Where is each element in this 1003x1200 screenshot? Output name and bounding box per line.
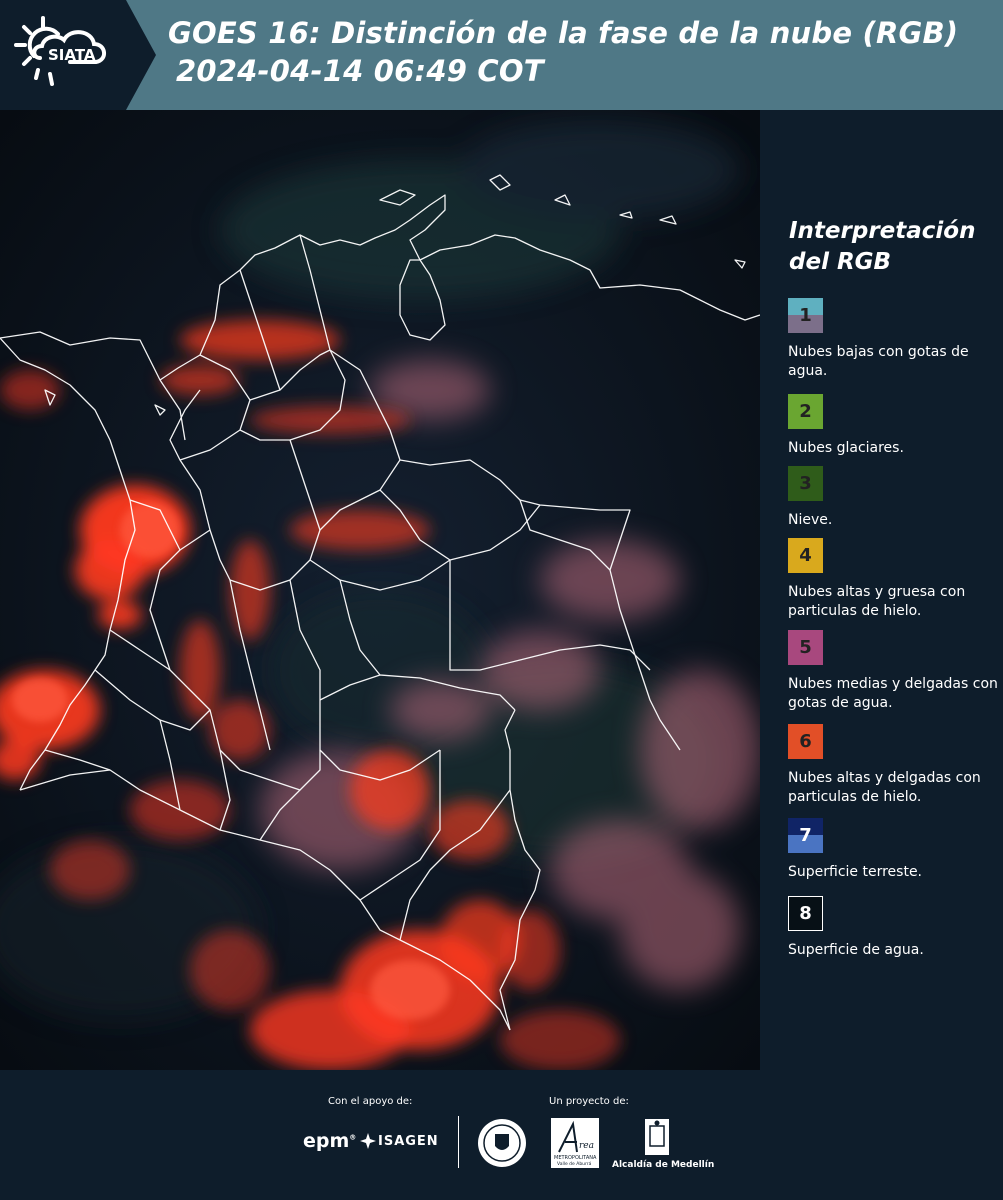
satellite-map <box>0 110 760 1070</box>
legend-item-8: 8 Superficie de agua. <box>788 896 1003 960</box>
legend-title-line2: del RGB <box>789 249 892 275</box>
legend-swatch: 7 <box>788 818 823 853</box>
title-product: GOES 16: Distinción de la fase de la nub… <box>168 16 959 50</box>
alcaldia-crest-icon <box>645 1119 669 1155</box>
header-bar: SIATA GOES 16: Distinción de la fase de … <box>0 0 1003 110</box>
title-datetime: 2024-04-14 06:49 COT <box>176 54 544 88</box>
alcaldia-logo: Alcaldía de Medellín <box>612 1160 715 1170</box>
legend-number: 1 <box>799 305 812 326</box>
legend-item-3: 3 Nieve. <box>788 466 1003 530</box>
svg-text:Valle de Aburrá: Valle de Aburrá <box>557 1160 592 1167</box>
footer-divider <box>458 1116 459 1168</box>
legend-swatch: 5 <box>788 630 823 665</box>
legend-swatch: 8 <box>788 896 823 931</box>
sun-cloud-icon: SIATA <box>14 16 106 86</box>
rgb-satellite-image <box>0 110 760 1070</box>
legend-label: Nubes altas y delgadas con particulas de… <box>788 770 981 805</box>
legend-number: 4 <box>799 545 812 566</box>
legend-label: Nubes glaciares. <box>788 440 904 456</box>
legend-number: 8 <box>799 903 812 924</box>
epm-logo: epm® <box>303 1130 357 1152</box>
legend-swatch: 6 <box>788 724 823 759</box>
isagen-mark-icon <box>360 1133 376 1149</box>
legend-swatch: 1 <box>788 298 823 333</box>
legend-swatch: 3 <box>788 466 823 501</box>
legend-item-7: 7 Superficie terreste. <box>788 818 1003 882</box>
legend-item-6: 6 Nubes altas y delgadas con particulas … <box>788 724 1003 807</box>
svg-text:rea: rea <box>579 1141 594 1151</box>
legend-label: Nubes bajas con gotas de agua. <box>788 344 969 379</box>
medellin-seal-icon <box>478 1119 526 1167</box>
logo-arrow-decor <box>126 0 156 110</box>
legend-label: Nieve. <box>788 512 833 528</box>
legend-title: Interpretación del RGB <box>789 216 975 278</box>
footer-sponsors: Con el apoyo de: Un proyecto de: epm® IS… <box>0 1070 1003 1200</box>
legend-item-4: 4 Nubes altas y gruesa con particulas de… <box>788 538 1003 621</box>
legend-label: Nubes altas y gruesa con particulas de h… <box>788 584 966 619</box>
legend-item-1: 1 Nubes bajas con gotas de agua. <box>788 298 1003 381</box>
legend-label: Superficie de agua. <box>788 942 924 958</box>
legend-number: 7 <box>799 825 812 846</box>
support-label: Con el apoyo de: <box>328 1096 413 1107</box>
legend-number: 3 <box>799 473 812 494</box>
legend-swatch: 2 <box>788 394 823 429</box>
legend-panel: Interpretación del RGB 1 Nubes bajas con… <box>760 110 1003 1070</box>
siata-logo: SIATA <box>0 0 126 110</box>
legend-number: 6 <box>799 731 812 752</box>
legend-label: Nubes medias y delgadas con gotas de agu… <box>788 676 998 711</box>
legend-item-2: 2 Nubes glaciares. <box>788 394 1003 458</box>
legend-item-5: 5 Nubes medias y delgadas con gotas de a… <box>788 630 1003 713</box>
legend-title-line1: Interpretación <box>789 218 976 244</box>
area-metropolitana-logo: rea METROPOLITANA Valle de Aburrá <box>551 1118 599 1168</box>
isagen-logo: ISAGEN <box>378 1134 439 1149</box>
svg-text:SIATA: SIATA <box>48 46 96 64</box>
legend-number: 5 <box>799 637 812 658</box>
legend-number: 2 <box>799 401 812 422</box>
legend-label: Superficie terreste. <box>788 864 923 880</box>
legend-swatch: 4 <box>788 538 823 573</box>
svg-text:METROPOLITANA: METROPOLITANA <box>554 1155 597 1161</box>
project-label: Un proyecto de: <box>549 1096 629 1107</box>
page-title: GOES 16: Distinción de la fase de la nub… <box>168 14 958 90</box>
